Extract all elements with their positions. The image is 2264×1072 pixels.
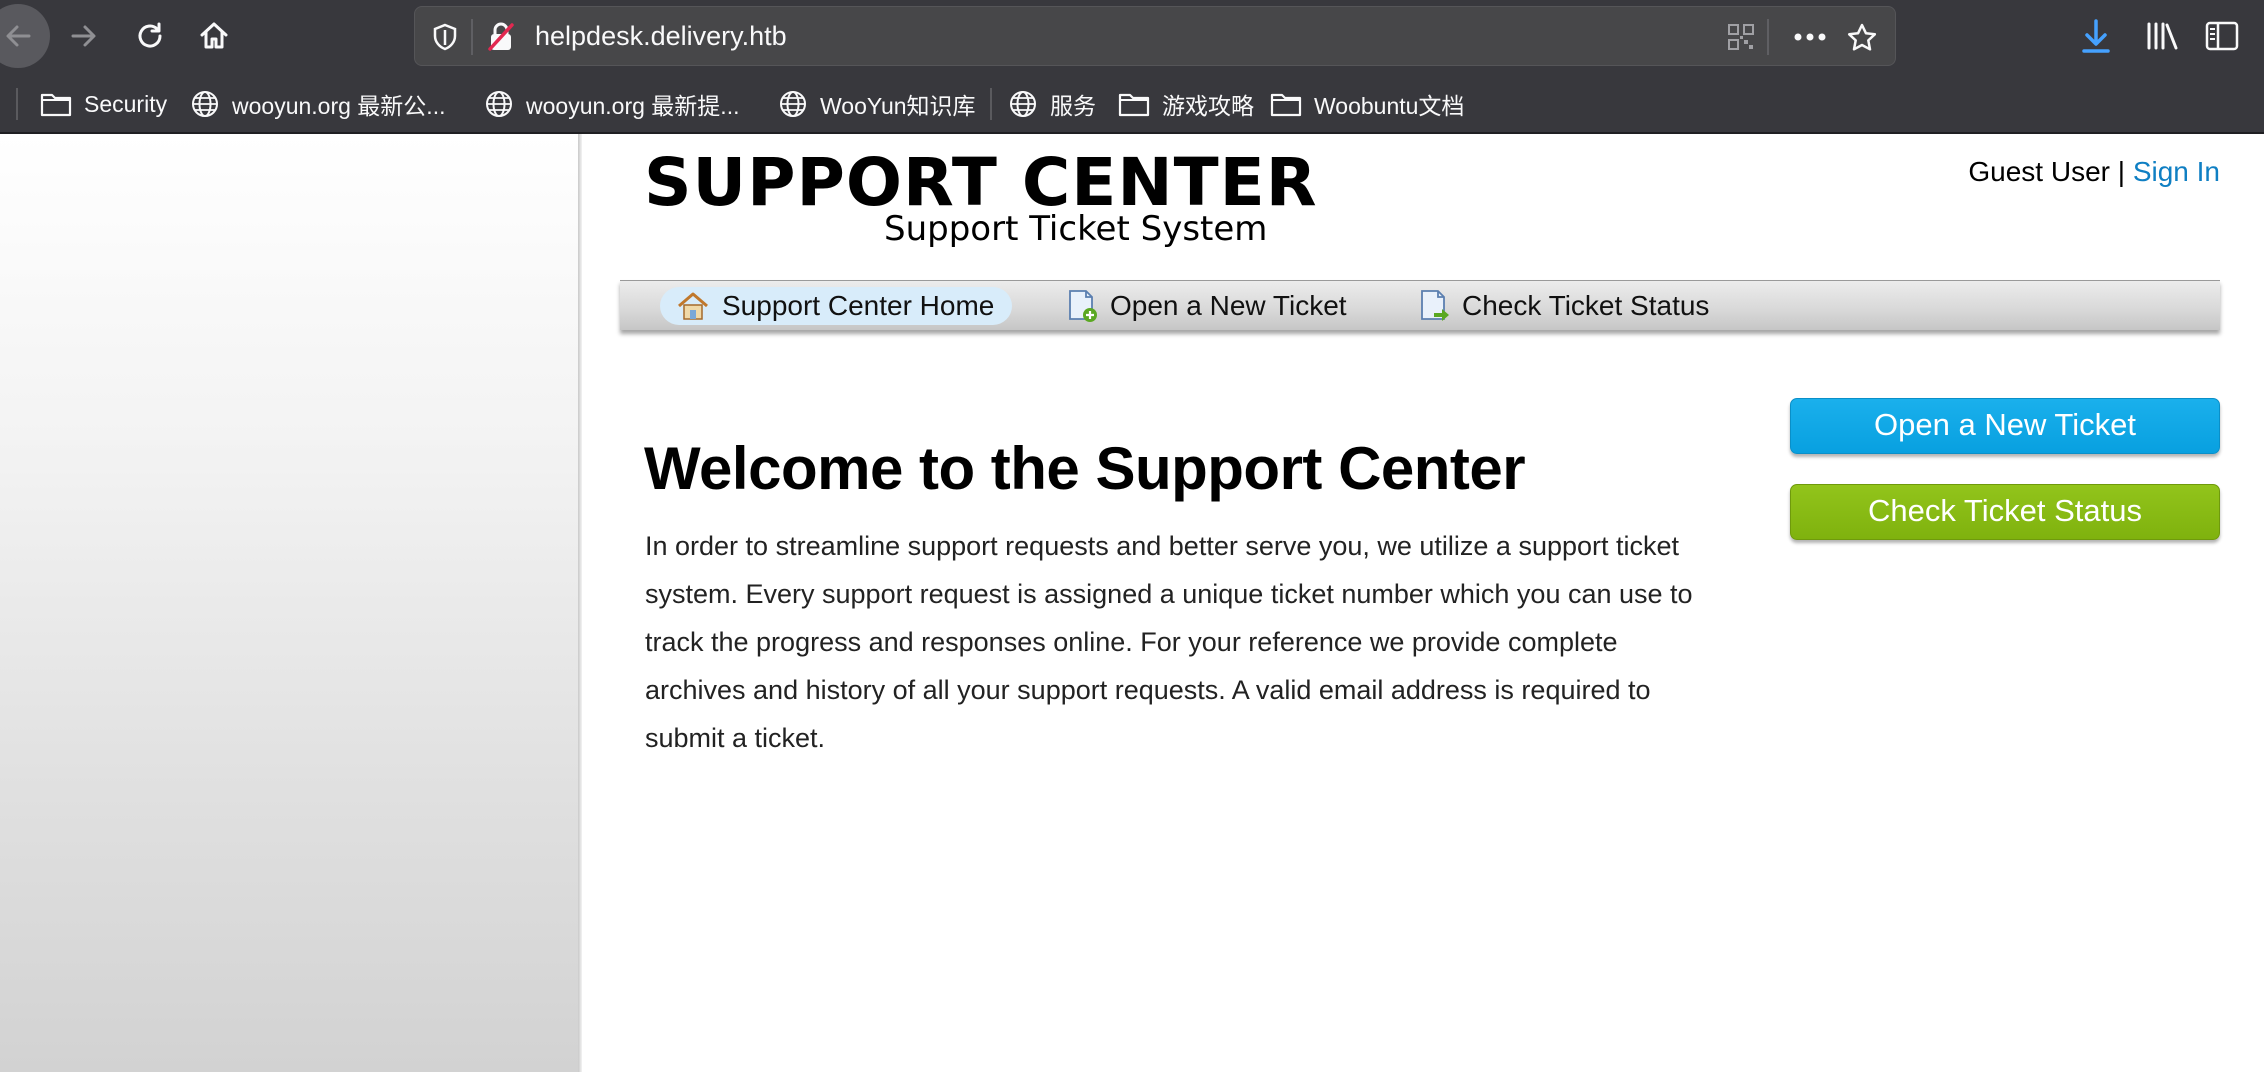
bookmark-wooyun-kb[interactable]: WooYun知识库 xyxy=(778,84,976,124)
qr-code-icon[interactable] xyxy=(1725,21,1757,53)
sidebar-toggle-button[interactable] xyxy=(2200,14,2244,58)
bookmark-wooyun-1[interactable]: wooyun.org 最新公... xyxy=(190,84,445,124)
globe-icon xyxy=(486,91,512,117)
intro-paragraph: In order to streamline support requests … xyxy=(645,531,1693,753)
nav-open-new-ticket[interactable]: Open a New Ticket xyxy=(1066,287,1347,325)
new-ticket-icon xyxy=(1069,290,1097,322)
page-title: Welcome to the Support Center xyxy=(644,435,1526,502)
globe-icon xyxy=(780,91,806,117)
insecure-lock-icon[interactable] xyxy=(485,21,517,53)
main-nav: Support Center Home Open a New Ticket Ch… xyxy=(620,280,2220,330)
sign-in-link[interactable]: Sign In xyxy=(2133,156,2220,187)
globe-icon xyxy=(1010,91,1036,117)
open-new-ticket-button[interactable]: Open a New Ticket xyxy=(1790,398,2220,454)
globe-icon xyxy=(192,91,218,117)
download-icon xyxy=(2082,19,2110,53)
bookmark-label: WooYun知识库 xyxy=(820,93,976,119)
reload-button[interactable] xyxy=(126,12,174,60)
bookmark-label: wooyun.org 最新公... xyxy=(232,93,446,119)
logo-title[interactable]: SUPPORT CENTER xyxy=(644,150,1318,216)
forward-button[interactable] xyxy=(60,12,108,60)
home-button[interactable] xyxy=(190,12,238,60)
bookmark-security[interactable]: Security xyxy=(40,84,167,124)
folder-icon xyxy=(1270,93,1302,117)
nav-check-ticket-status[interactable]: Check Ticket Status xyxy=(1418,287,1709,325)
guest-user-label: Guest User xyxy=(1968,156,2110,187)
bookmarks-separator xyxy=(16,88,18,120)
bookmark-star-icon[interactable] xyxy=(1843,19,1881,57)
arrow-left-icon xyxy=(6,25,31,47)
sidebar-icon xyxy=(2205,21,2239,51)
browser-toolbar: helpdesk.delivery.htb xyxy=(0,0,2264,72)
nav-support-center-home[interactable]: Support Center Home xyxy=(660,287,1013,325)
reload-icon xyxy=(138,22,162,48)
url-bar[interactable]: helpdesk.delivery.htb xyxy=(414,6,1896,66)
bookmarks-separator xyxy=(990,88,992,120)
user-info: Guest User | Sign In xyxy=(1968,156,2220,188)
logo-subtitle: Support Ticket System xyxy=(884,209,1268,249)
page-left-background xyxy=(0,134,578,1072)
back-button[interactable] xyxy=(0,4,50,68)
bookmark-label: Security xyxy=(84,90,168,117)
shield-icon[interactable] xyxy=(429,21,461,53)
bookmark-label: Woobuntu文档 xyxy=(1314,93,1465,119)
folder-icon xyxy=(40,93,72,117)
url-text[interactable]: helpdesk.delivery.htb xyxy=(535,21,787,52)
ticket-status-icon xyxy=(1421,290,1449,321)
bookmark-wooyun-2[interactable]: wooyun.org 最新提... xyxy=(484,84,739,124)
library-button[interactable] xyxy=(2140,14,2184,58)
nav-label: Support Center Home xyxy=(722,290,995,321)
nav-label: Open a New Ticket xyxy=(1110,290,1347,321)
bookmark-label: 游戏攻略 xyxy=(1162,93,1254,119)
downloads-button[interactable] xyxy=(2076,14,2116,58)
url-separator xyxy=(1767,19,1769,55)
arrow-right-icon xyxy=(71,25,96,47)
user-info-separator: | xyxy=(2117,156,2126,187)
home-icon xyxy=(200,22,228,49)
bookmark-woobuntu-docs[interactable]: Woobuntu文档 xyxy=(1270,84,1464,124)
page-container-edge xyxy=(578,134,582,1072)
url-separator xyxy=(471,19,473,55)
home-icon xyxy=(678,292,708,320)
page-content: SUPPORT CENTER Support Ticket System Gue… xyxy=(0,134,2264,1072)
bookmark-label: wooyun.org 最新提... xyxy=(526,93,740,119)
page-actions-icon[interactable] xyxy=(1787,17,1833,57)
bookmark-services[interactable]: 服务 xyxy=(1008,84,1096,124)
library-icon xyxy=(2147,22,2178,50)
bookmark-label: 服务 xyxy=(1050,93,1096,119)
check-ticket-status-button[interactable]: Check Ticket Status xyxy=(1790,484,2220,540)
bookmark-game-guides[interactable]: 游戏攻略 xyxy=(1118,84,1254,124)
folder-icon xyxy=(1118,93,1150,117)
nav-label: Check Ticket Status xyxy=(1462,290,1710,321)
